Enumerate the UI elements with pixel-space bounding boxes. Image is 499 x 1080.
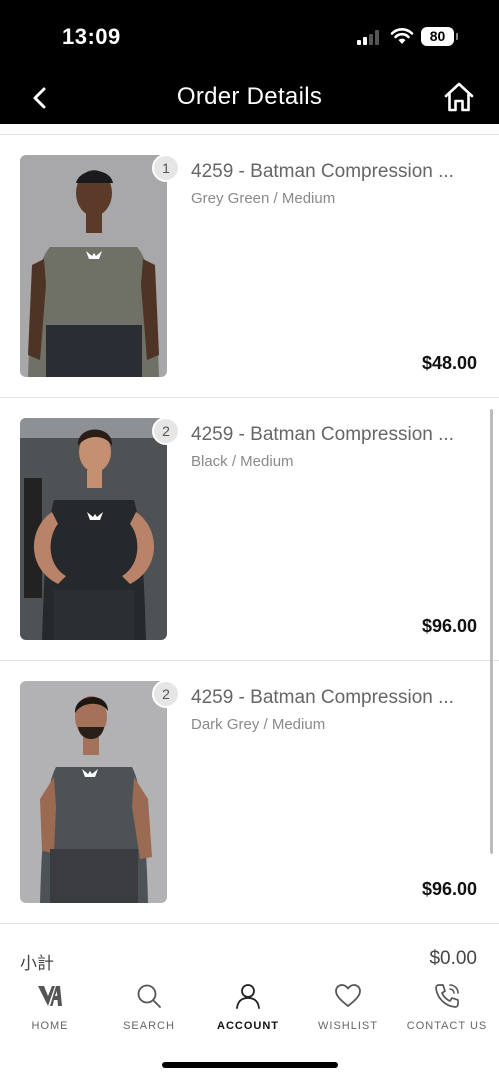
tab-label: CONTACT US xyxy=(406,1020,488,1032)
battery-icon: 80 xyxy=(421,27,458,46)
tab-label: ACCOUNT xyxy=(217,1020,279,1032)
order-item[interactable]: 2 4259 - Batman Compression ... Dark Gre… xyxy=(0,661,499,924)
product-variant: Grey Green / Medium xyxy=(191,190,336,207)
order-items-list[interactable]: 1 4259 - Batman Compression ... Grey Gre… xyxy=(0,124,499,935)
product-variant: Dark Grey / Medium xyxy=(191,716,326,733)
tab-contact-us[interactable]: CONTACT US xyxy=(397,976,497,1036)
order-item[interactable]: 2 4259 - Batman Compression ... Black / … xyxy=(0,398,499,661)
item-price: $96.00 xyxy=(421,879,477,899)
home-button[interactable] xyxy=(441,79,477,115)
product-variant: Black / Medium xyxy=(191,453,294,470)
tab-account[interactable]: ACCOUNT xyxy=(198,976,298,1036)
brand-logo-icon xyxy=(38,986,62,1006)
product-name[interactable]: 4259 - Batman Compression ... xyxy=(191,424,481,446)
home-indicator[interactable] xyxy=(162,1062,338,1068)
product-image[interactable] xyxy=(20,681,167,903)
product-image[interactable] xyxy=(20,155,167,377)
product-name[interactable]: 4259 - Batman Compression ... xyxy=(191,687,481,709)
heart-icon xyxy=(335,984,361,1007)
app-header: Order Details xyxy=(0,72,499,124)
tab-home[interactable]: HOME xyxy=(0,976,100,1036)
tab-label: SEARCH xyxy=(123,1020,175,1032)
quantity-badge: 2 xyxy=(152,417,180,445)
phone-icon xyxy=(435,984,459,1008)
quantity-badge: 2 xyxy=(152,680,180,708)
product-image[interactable] xyxy=(20,418,167,640)
order-item[interactable]: 1 4259 - Batman Compression ... Grey Gre… xyxy=(0,135,499,398)
cellular-signal-icon xyxy=(357,30,381,45)
search-icon xyxy=(137,984,161,1008)
item-price: $48.00 xyxy=(421,353,477,373)
scrollbar[interactable] xyxy=(490,409,493,854)
bottom-tab-bar: HOME SEARCH ACCOUNT WISHLIST CONTACT US xyxy=(0,976,499,1042)
quantity-badge: 1 xyxy=(152,154,180,182)
page-title: Order Details xyxy=(176,83,323,110)
status-time: 13:09 xyxy=(62,24,121,49)
account-icon xyxy=(236,984,260,1009)
tab-wishlist[interactable]: WISHLIST xyxy=(298,976,398,1036)
product-name[interactable]: 4259 - Batman Compression ... xyxy=(191,161,481,183)
tab-label: HOME xyxy=(31,1020,69,1032)
status-bar: 13:09 80 xyxy=(0,0,499,72)
subtotal-value: $0.00 xyxy=(429,948,477,969)
item-price: $96.00 xyxy=(421,616,477,636)
tab-search[interactable]: SEARCH xyxy=(99,976,199,1036)
tab-label: WISHLIST xyxy=(318,1020,378,1032)
wifi-icon xyxy=(390,28,414,44)
subtotal-label: 小計 xyxy=(20,954,54,973)
